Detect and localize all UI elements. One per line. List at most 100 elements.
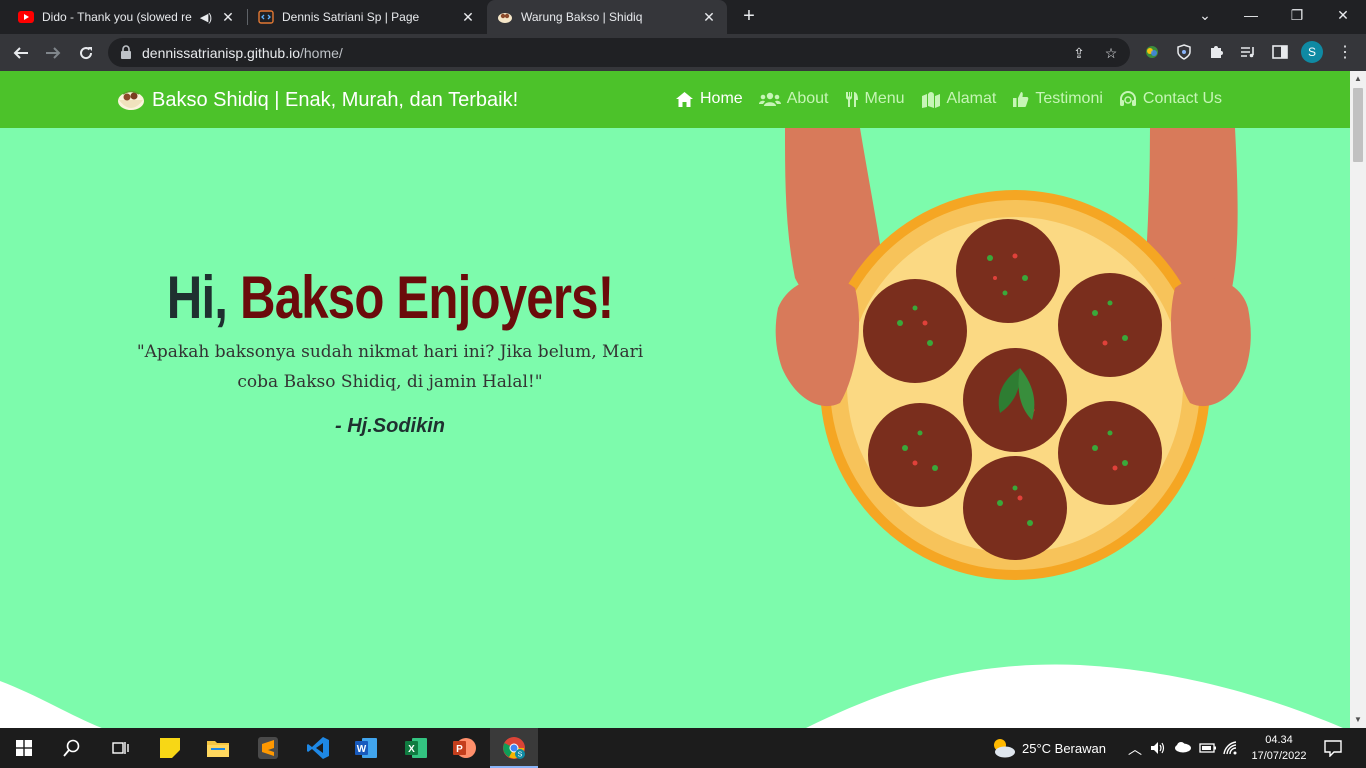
- windows-logo-icon: [16, 740, 32, 756]
- nav-label: Home: [700, 90, 743, 107]
- youtube-icon: [18, 9, 34, 25]
- puzzle-extensions-icon[interactable]: [1206, 42, 1226, 62]
- nav-alamat[interactable]: Alamat: [921, 90, 997, 108]
- shield-extension-icon[interactable]: [1174, 42, 1194, 62]
- page-viewport: Bakso Shidiq | Enak, Murah, dan Terbaik!…: [0, 71, 1366, 728]
- nav-contact-us[interactable]: Contact Us: [1119, 90, 1222, 108]
- map-icon: [921, 91, 940, 108]
- side-panel-icon[interactable]: [1270, 42, 1290, 62]
- sticky-notes-app[interactable]: [146, 728, 194, 768]
- extension-colorful-icon[interactable]: [1142, 42, 1162, 62]
- nav-about[interactable]: About: [758, 90, 829, 108]
- nav-label: Alamat: [946, 90, 997, 107]
- sticky-notes-icon: [160, 738, 180, 758]
- brand-title: Bakso Shidiq | Enak, Murah, dan Terbaik!: [152, 88, 519, 111]
- tab-dennis[interactable]: Dennis Satriani Sp | Page ✕: [248, 0, 486, 34]
- nav-menu[interactable]: Menu: [845, 90, 905, 108]
- utensils-icon: [845, 91, 858, 107]
- reload-icon: [80, 47, 93, 60]
- users-icon: [758, 92, 781, 106]
- vscode-app[interactable]: [294, 728, 342, 768]
- page-scrollbar[interactable]: ▲ ▼: [1350, 71, 1366, 728]
- nav-label: Testimoni: [1035, 90, 1103, 107]
- share-icon[interactable]: ⇪: [1070, 44, 1088, 62]
- nav-home[interactable]: Home: [675, 90, 743, 108]
- wave-divider: [0, 664, 1343, 728]
- nav-label: About: [786, 90, 829, 107]
- battery-icon[interactable]: [1199, 741, 1217, 754]
- start-button[interactable]: [0, 728, 48, 768]
- kebab-menu-icon[interactable]: ⋮: [1335, 42, 1355, 62]
- tab-warung-bakso[interactable]: Warung Bakso | Shidiq ✕: [487, 0, 727, 34]
- bakso-icon: [497, 9, 513, 25]
- tab-title: Dido - Thank you (slowed re: [42, 10, 192, 24]
- scroll-thumb[interactable]: [1353, 88, 1363, 162]
- notification-center-icon[interactable]: [1324, 739, 1342, 757]
- clock-date: 17/07/2022: [1251, 750, 1307, 762]
- profile-avatar[interactable]: S: [1301, 41, 1323, 63]
- close-icon[interactable]: ✕: [701, 9, 717, 26]
- address-bar[interactable]: dennissatrianisp.github.io/home/ ⇪ ☆: [108, 38, 1130, 67]
- tab-youtube[interactable]: Dido - Thank you (slowed re ◀) ✕: [8, 0, 246, 34]
- folder-icon: [207, 741, 229, 757]
- word-icon: W: [355, 738, 377, 758]
- lock-icon[interactable]: [119, 45, 133, 60]
- restore-button[interactable]: ❐: [1274, 0, 1320, 30]
- close-icon[interactable]: ✕: [460, 9, 476, 26]
- volume-icon[interactable]: [1150, 740, 1166, 756]
- tab-strip: Dido - Thank you (slowed re ◀) ✕ Dennis …: [0, 0, 1366, 34]
- scroll-up-arrow[interactable]: ▲: [1350, 71, 1366, 87]
- task-view-button[interactable]: [96, 728, 144, 768]
- brand-link[interactable]: Bakso Shidiq | Enak, Murah, dan Terbaik!: [117, 85, 518, 115]
- quote-line: "Apakah baksonya sudah nikmat hari ini? …: [136, 342, 644, 362]
- word-app[interactable]: W: [342, 728, 390, 768]
- media-control-icon[interactable]: [1238, 42, 1258, 62]
- browser-toolbar: dennissatrianisp.github.io/home/ ⇪ ☆ S ⋮: [0, 34, 1366, 71]
- bakso-bowl-logo-icon: [118, 90, 144, 110]
- reload-button[interactable]: [73, 40, 99, 66]
- new-tab-button[interactable]: +: [738, 5, 760, 27]
- weather-text[interactable]: 25°C Berawan: [1022, 741, 1106, 756]
- speaker-icon[interactable]: ◀): [200, 11, 212, 24]
- hero-headline: Hi, Bakso Enjoyers!: [70, 263, 710, 332]
- onedrive-cloud-icon[interactable]: [1174, 741, 1192, 753]
- sublime-text-app[interactable]: [244, 728, 292, 768]
- tab-search-button[interactable]: ⌄: [1182, 0, 1228, 30]
- wifi-icon[interactable]: [1222, 740, 1238, 756]
- windows-taskbar: W X P S 25°C Berawan ︿ 04.34 17/07/2022: [0, 728, 1366, 768]
- weather-cloud-icon[interactable]: [990, 737, 1016, 759]
- svg-text:W: W: [357, 744, 367, 755]
- powerpoint-app[interactable]: P: [440, 728, 488, 768]
- file-explorer-app[interactable]: [194, 728, 242, 768]
- bakso-plate-illustration: [775, 128, 1251, 580]
- url-text[interactable]: dennissatrianisp.github.io/home/: [142, 45, 343, 61]
- code-icon: [258, 9, 274, 25]
- bookmark-star-icon[interactable]: ☆: [1102, 44, 1120, 62]
- nav-label: Menu: [864, 90, 905, 107]
- forward-button[interactable]: [40, 40, 66, 66]
- svg-text:S: S: [518, 752, 523, 759]
- close-icon[interactable]: ✕: [220, 9, 236, 26]
- system-clock[interactable]: 04.34 17/07/2022: [1244, 732, 1314, 764]
- main-menu: Home About Menu Alamat Testimoni Contact…: [675, 90, 1238, 108]
- excel-icon: X: [405, 738, 427, 758]
- back-button[interactable]: [8, 40, 34, 66]
- quote-line: coba Bakso Shidiq, di jamin Halal!": [237, 372, 543, 392]
- quote-author: - Hj.Sodikin: [335, 415, 445, 437]
- svg-text:X: X: [408, 744, 415, 755]
- scroll-down-arrow[interactable]: ▼: [1350, 712, 1366, 728]
- search-button[interactable]: [48, 728, 96, 768]
- show-hidden-icons-chevron-icon[interactable]: ︿: [1128, 739, 1142, 759]
- search-icon: [63, 739, 80, 757]
- chrome-app[interactable]: S: [490, 728, 538, 768]
- nav-label: Contact Us: [1142, 90, 1223, 107]
- tab-title: Warung Bakso | Shidiq: [521, 10, 643, 24]
- thumbs-up-icon: [1013, 91, 1029, 107]
- nav-testimoni[interactable]: Testimoni: [1012, 90, 1103, 108]
- excel-app[interactable]: X: [392, 728, 440, 768]
- back-arrow-icon: [13, 47, 28, 59]
- vscode-icon: [307, 737, 329, 759]
- clock-time: 04.34: [1265, 734, 1293, 746]
- minimize-button[interactable]: —: [1228, 0, 1274, 30]
- close-window-button[interactable]: ✕: [1320, 0, 1366, 30]
